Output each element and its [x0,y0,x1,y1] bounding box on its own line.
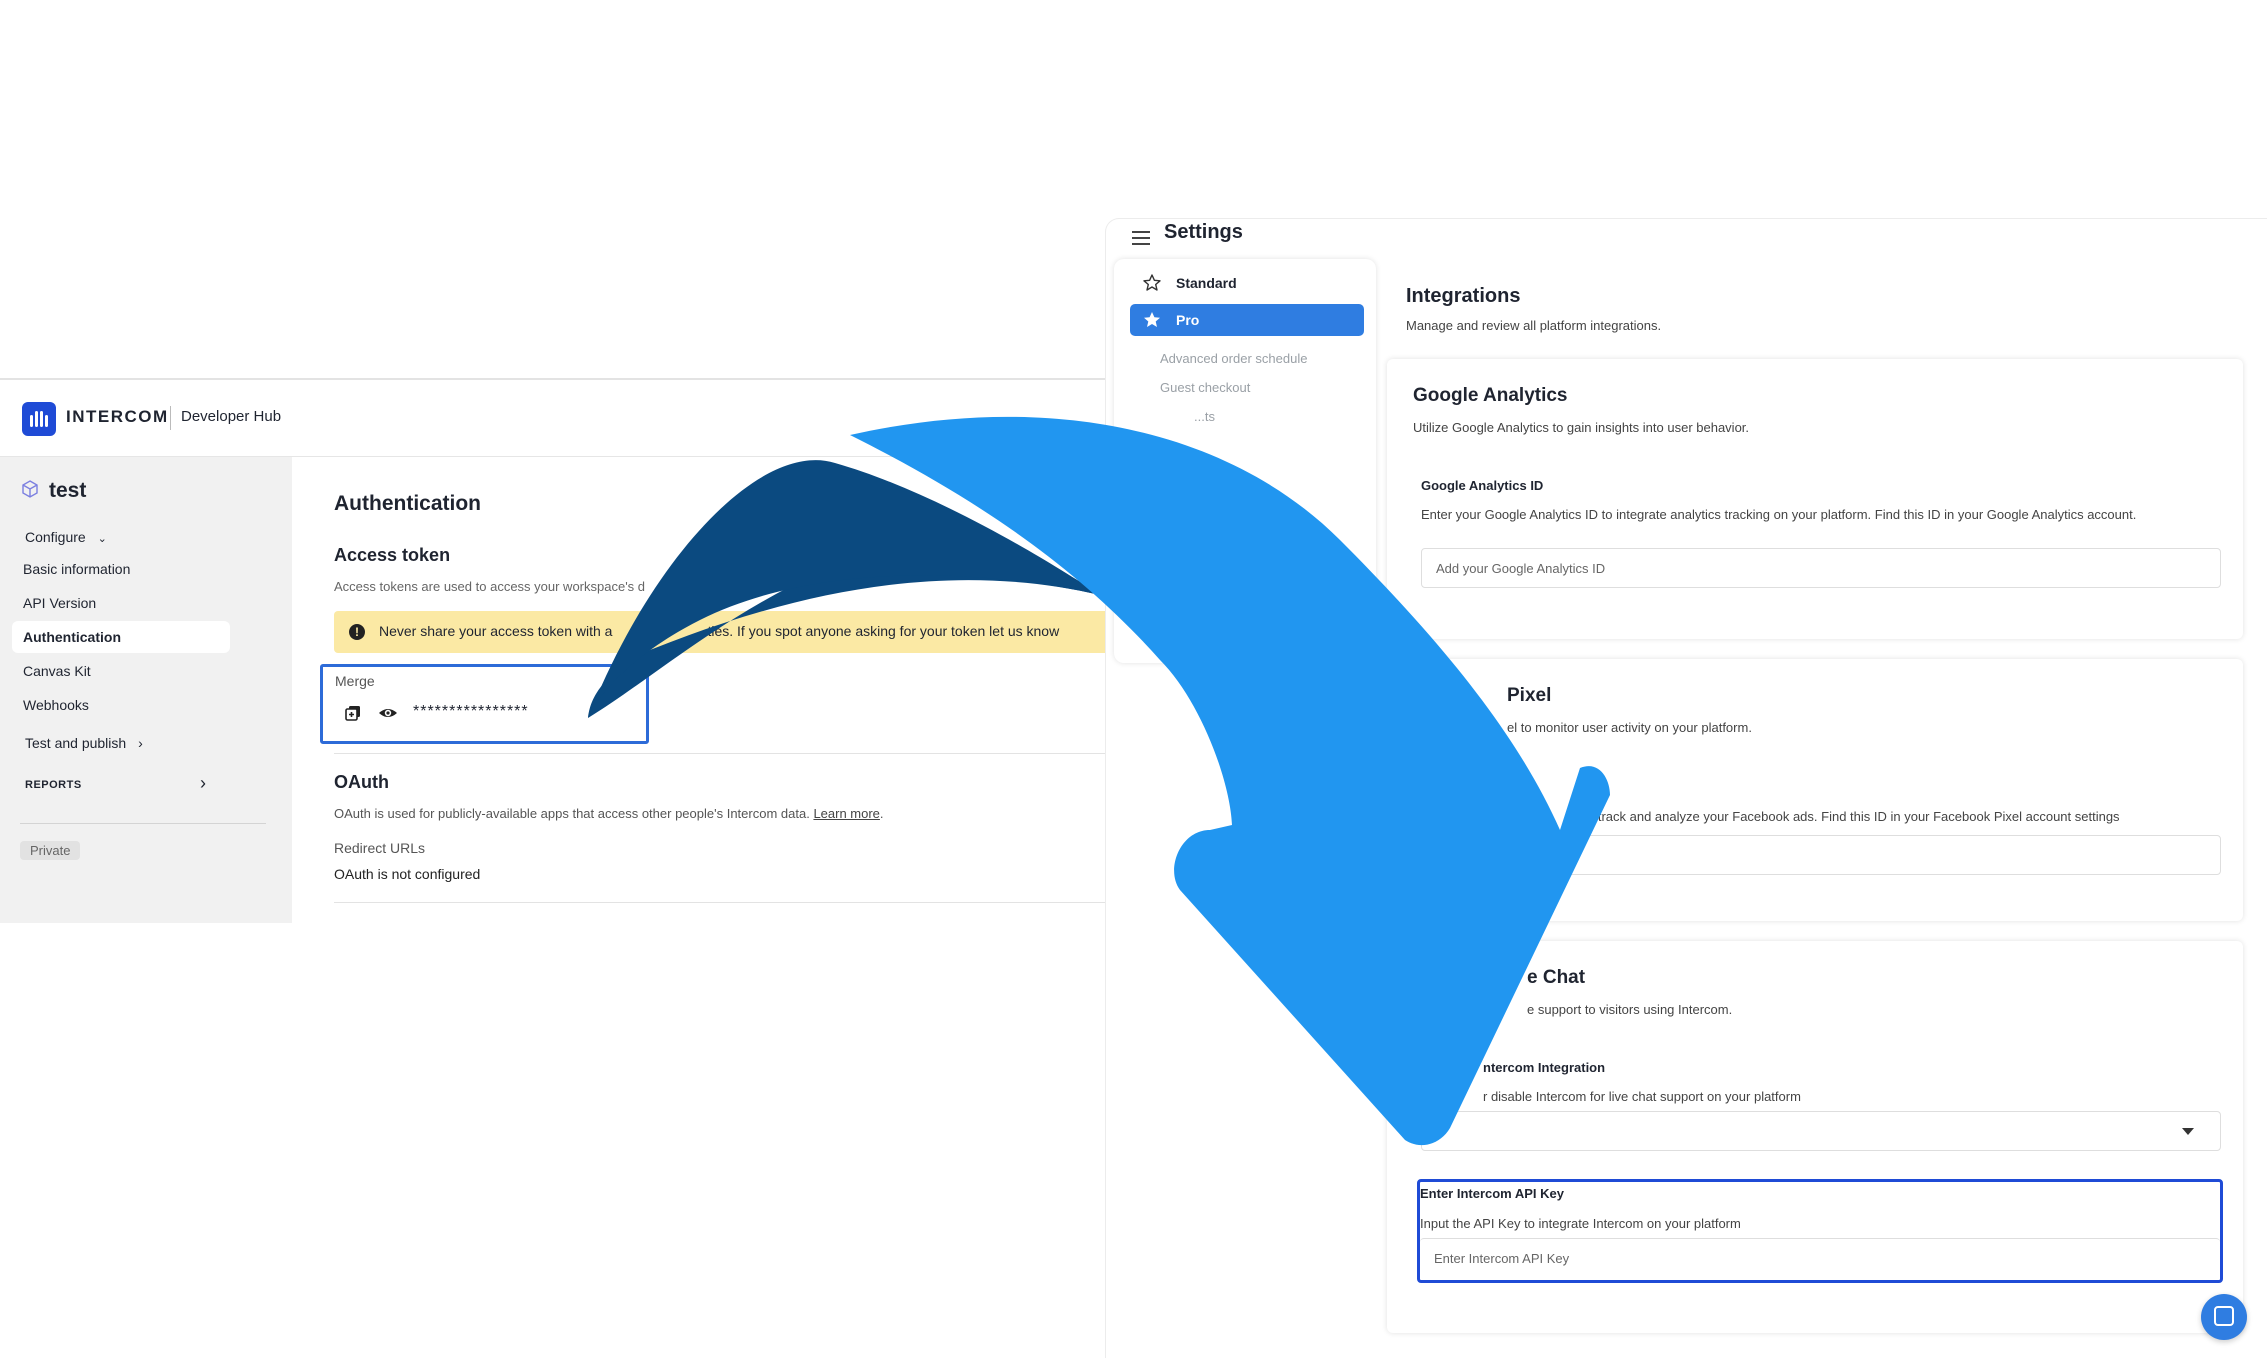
sidebar-item-basic-information[interactable]: Basic information [12,553,230,585]
sidebar-item-standard[interactable]: Standard [1130,267,1364,299]
configure-toggle[interactable]: Configure ⌄ [25,529,107,545]
facebook-pixel-id-input[interactable] [1421,835,2221,875]
chevron-right-icon[interactable]: › [200,773,206,794]
field-help: Enter your Google Analytics ID to integr… [1421,507,2137,522]
card-title: e Chat [1527,967,1586,988]
sidebar-item-label: Standard [1176,275,1237,291]
brand-divider [170,406,171,430]
token-value[interactable]: **************** [413,703,529,721]
developer-hub-link[interactable]: Developer Hub [181,408,281,425]
app-name: test [49,479,87,502]
alert-icon: ! [349,624,365,640]
access-token-box: Merge **************** [320,664,649,744]
field-help: o track and analyze your Facebook ads. F… [1587,809,2120,824]
eye-icon[interactable] [378,705,398,721]
card-title: Pixel [1507,685,1552,706]
sidebar-item-authentication[interactable]: Authentication [12,621,230,653]
warning-text-start: Never share your access token with a [379,623,613,639]
access-token-heading: Access token [334,545,451,565]
access-token-description: Access tokens are used to access your wo… [334,579,646,594]
warning-banner: ! Never share your access token with a ti… [334,611,1110,653]
chevron-down-icon: ⌄ [97,533,107,545]
warning-text: Never share your access token with a ties… [379,623,1109,639]
hamburger-menu-icon[interactable] [1132,231,1150,249]
intercom-logo-icon[interactable] [22,402,56,436]
sidebar: test Configure ⌄ Basic information API V… [0,457,292,923]
oauth-heading: OAuth [334,772,389,792]
field-help: Input the API Key to integrate Intercom … [1420,1216,1741,1231]
intercom-integration-select[interactable] [1421,1111,2221,1151]
redirect-urls-value: OAuth is not configured [334,866,481,882]
chevron-right-icon: › [138,735,143,751]
card-description: el to monitor user activity on your plat… [1507,720,1752,735]
sidebar-item-api-version[interactable]: API Version [12,587,230,619]
live-chat-card: e Chat e support to visitors using Inter… [1387,941,2243,1333]
card-description: e support to visitors using Intercom. [1527,1002,1733,1017]
sidebar-divider [20,823,266,824]
cube-icon [22,480,38,498]
brand-name: INTERCOM [66,407,169,426]
google-analytics-card: Google Analytics Utilize Google Analytic… [1387,359,2243,639]
chat-launcher-button[interactable] [2201,1294,2247,1340]
intercom-api-key-field: Enter Intercom API Key Input the API Key… [1417,1179,2223,1283]
field-label: ntercom Integration [1483,1060,1606,1075]
google-analytics-id-input[interactable] [1421,548,2221,588]
chat-icon [2214,1306,2234,1326]
intercom-developer-hub-window: INTERCOM Developer Hub test Configure ⌄ … [0,378,1110,923]
sidebar-subitem-partial[interactable]: ...ts [1194,409,1215,424]
test-and-publish-toggle[interactable]: Test and publish › [25,735,143,751]
card-title: Google Analytics [1413,385,1568,406]
oauth-description-text: OAuth is used for publicly-available app… [334,806,810,821]
sidebar-item-webhooks[interactable]: Webhooks [12,689,230,721]
sidebar-item-canvas-kit[interactable]: Canvas Kit [12,655,230,687]
settings-sidebar: Standard Pro Advanced order schedule Gue… [1114,259,1376,663]
top-bar: INTERCOM Developer Hub [0,380,1110,457]
sidebar-subitem-advanced-order-schedule[interactable]: Advanced order schedule [1160,351,1307,366]
section-divider [334,753,1110,754]
warning-text-end: ties. If you spot anyone asking for your… [707,623,1060,639]
field-label: Enter Intercom API Key [1420,1186,1565,1201]
learn-more-link[interactable]: Learn more [813,806,879,821]
sidebar-item-label: Pro [1176,312,1200,328]
redirect-urls-label: Redirect URLs [334,840,426,856]
page-title: Authentication [334,492,481,515]
integrations-title: Integrations [1406,285,1521,307]
sidebar-item-pro[interactable]: Pro [1130,304,1364,336]
star-outline-icon [1143,274,1161,291]
private-badge: Private [20,841,81,860]
intercom-api-key-input[interactable] [1420,1238,2220,1278]
facebook-pixel-card: Pixel el to monitor user activity on you… [1387,659,2243,921]
card-description: Utilize Google Analytics to gain insight… [1413,420,1750,435]
document-icon[interactable] [1144,621,1160,641]
section-divider [334,902,1110,903]
integrations-description: Manage and review all platform integrati… [1406,318,1662,333]
test-and-publish-label: Test and publish [25,735,127,751]
field-label: Google Analytics ID [1421,478,1544,493]
field-help: r disable Intercom for live chat support… [1483,1089,1801,1104]
sidebar-subitem-guest-checkout[interactable]: Guest checkout [1160,380,1250,395]
settings-title: Settings [1164,221,1243,243]
token-label: Merge [335,673,375,689]
main-content: Authentication Access token Access token… [292,457,1110,923]
copy-icon[interactable] [345,705,361,721]
settings-window: Settings Standard Pro Advanced order sch… [1105,218,2267,1358]
caret-down-icon [2182,1128,2194,1135]
reports-label[interactable]: REPORTS [25,779,82,791]
star-icon [1144,312,1160,327]
configure-label: Configure [25,529,86,545]
oauth-description: OAuth is used for publicly-available app… [334,806,884,821]
